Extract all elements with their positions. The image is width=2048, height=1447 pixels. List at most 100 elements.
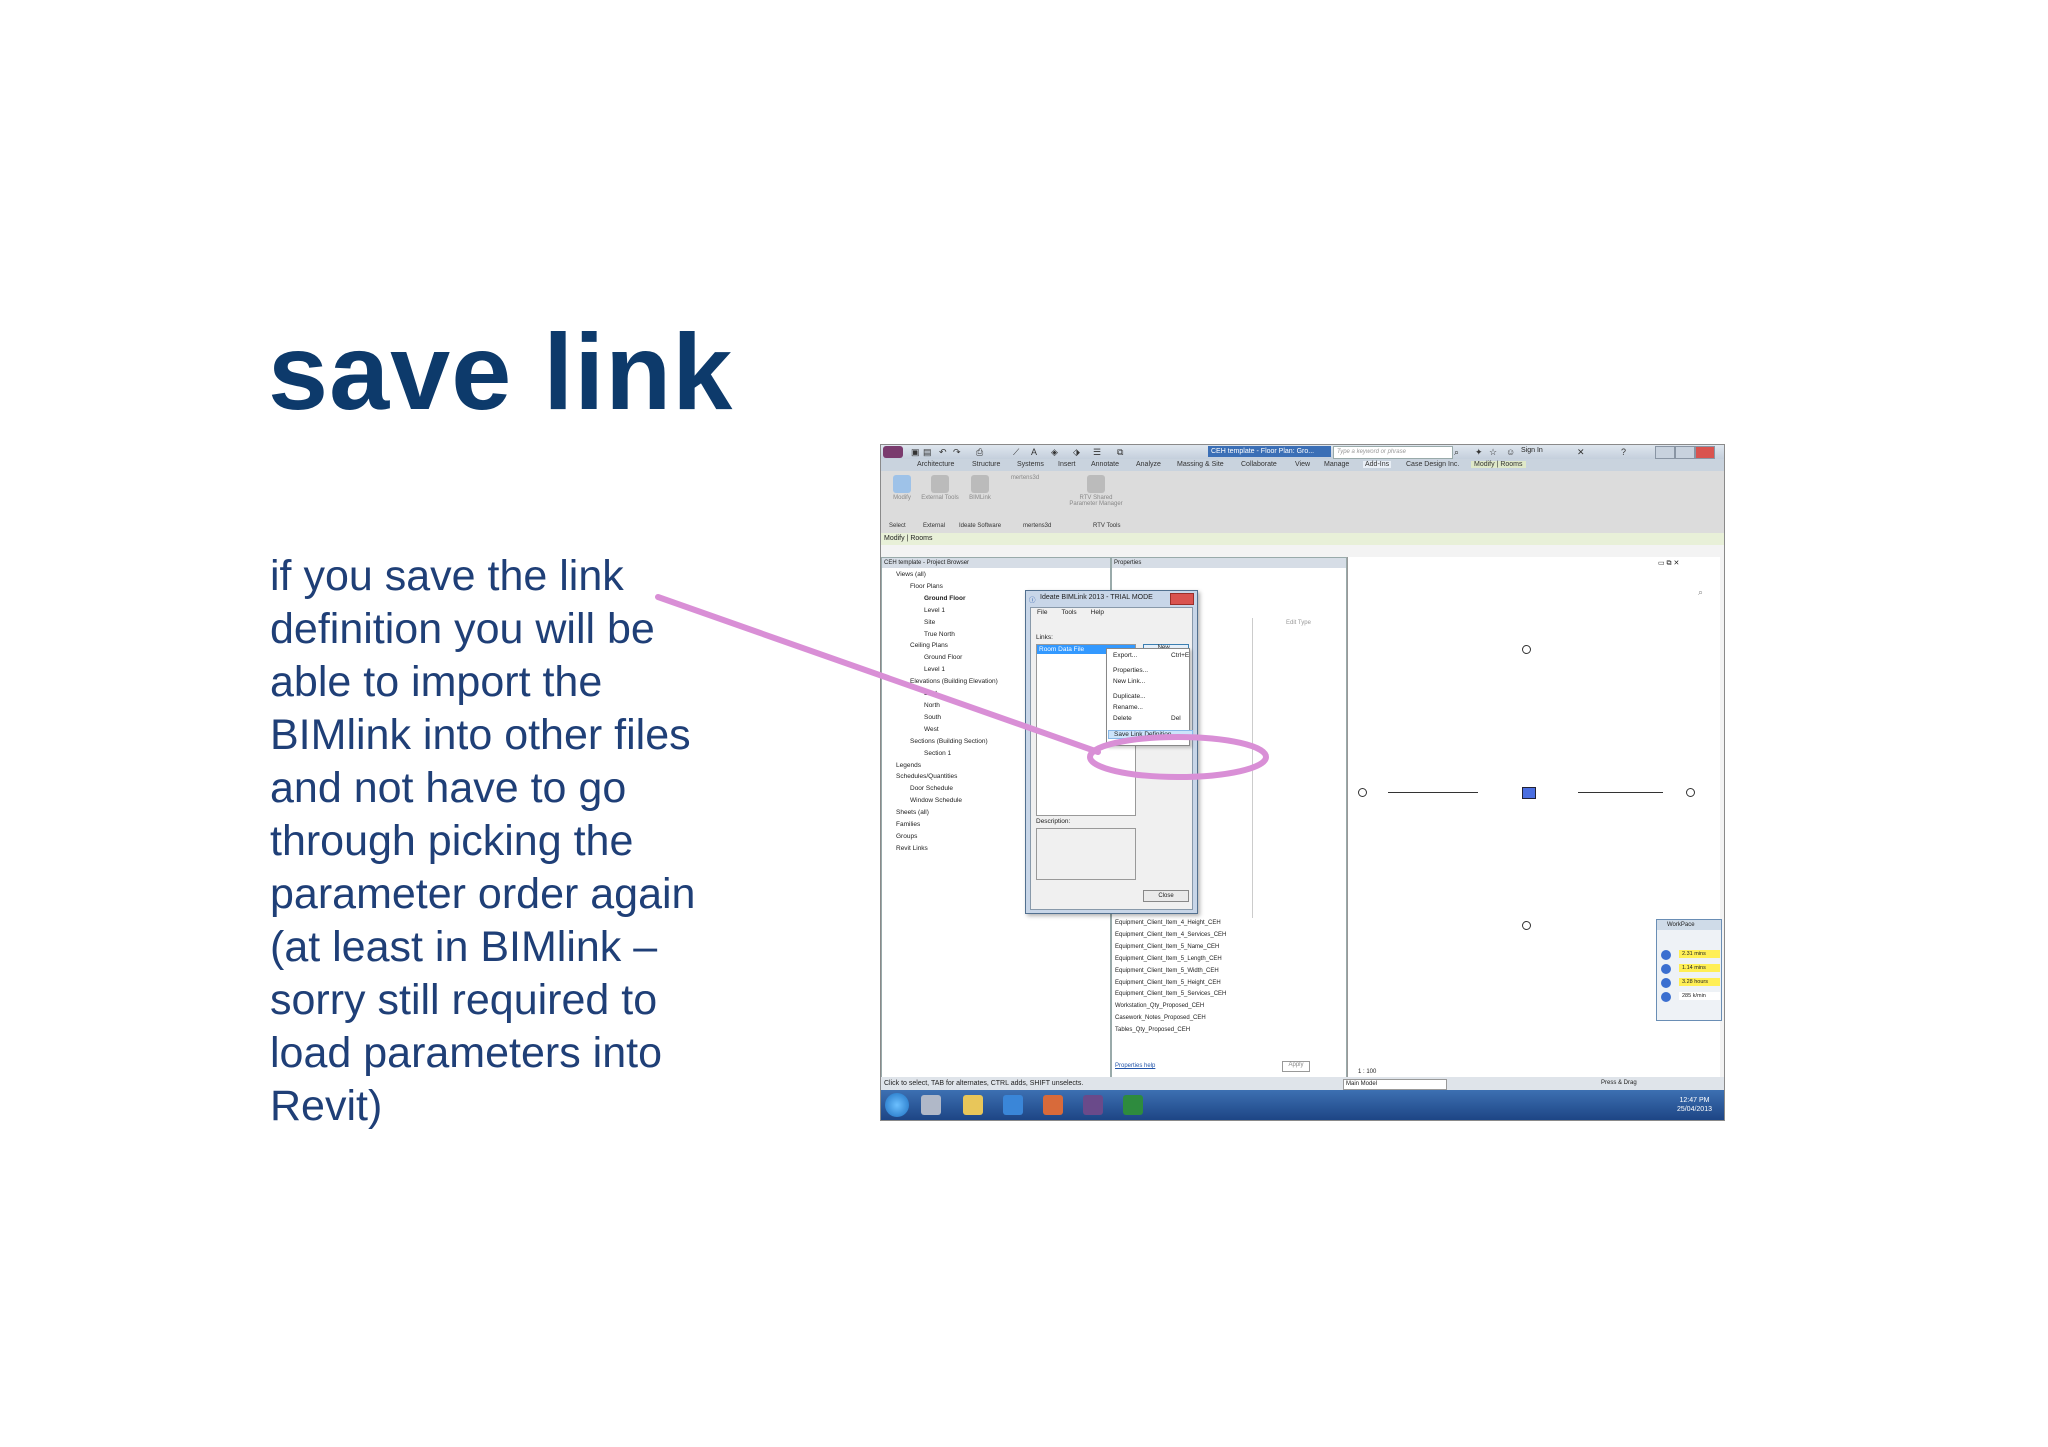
redo-icon[interactable]: ↷ [953, 447, 961, 458]
workpace-timer-icon [1661, 950, 1671, 960]
section-icon[interactable]: ⬗ [1073, 447, 1080, 458]
bimlink-button[interactable]: BIMLink [961, 475, 999, 513]
apply-button[interactable]: Apply [1282, 1061, 1310, 1072]
view-scale[interactable]: 1 : 100 [1358, 1069, 1376, 1075]
browser-icon[interactable] [1003, 1095, 1023, 1115]
print-icon[interactable]: ⎙ [976, 447, 983, 458]
body-line: Revit) [270, 1082, 383, 1130]
search-input[interactable]: Type a keyword or phrase [1333, 446, 1453, 459]
dialog-close-x-button[interactable] [1170, 593, 1194, 605]
external-tools-button[interactable]: External Tools [921, 475, 959, 513]
save-icon[interactable]: ▤ [923, 447, 932, 458]
description-field[interactable] [1036, 828, 1136, 880]
tab-add-ins[interactable]: Add-Ins [1363, 461, 1392, 468]
property-row[interactable]: Equipment_Client_Item_5_Services_CEH [1115, 989, 1226, 1001]
tab-manage[interactable]: Manage [1324, 461, 1349, 468]
wall-line-right[interactable] [1578, 792, 1663, 793]
menu-item-delete[interactable]: Delete Del [1113, 715, 1181, 722]
elevation-marker-west[interactable] [1358, 788, 1367, 797]
menu-item-save-link-definition[interactable]: Save Link Definition... [1108, 730, 1193, 739]
app-icon[interactable] [921, 1095, 941, 1115]
revit-icon[interactable] [1083, 1095, 1103, 1115]
property-row[interactable]: Workstation_Qty_Proposed_CEH [1115, 1001, 1226, 1013]
property-row[interactable]: Equipment_Client_Item_4_Height_CEH [1115, 918, 1226, 930]
property-row[interactable]: Casework_Notes_Proposed_CEH [1115, 1013, 1226, 1025]
clock-date: 25/04/2013 [1676, 1106, 1712, 1113]
excel-icon[interactable] [1123, 1095, 1143, 1115]
tab-modify-rooms[interactable]: Modify | Rooms [1471, 461, 1526, 468]
switch-windows-icon[interactable]: ⧉ [1117, 447, 1123, 458]
model-selector[interactable]: Main Model [1343, 1079, 1447, 1090]
tab-view[interactable]: View [1295, 461, 1310, 468]
property-row[interactable]: Equipment_Client_Item_5_Height_CEH [1115, 978, 1226, 990]
status-hint: Click to select, TAB for alternates, CTR… [884, 1080, 1084, 1087]
title-bar: ▣ ▤ ↶ ↷ ⎙ ⟋ A ◈ ⬗ ☰ ⧉ CEH template - Flo… [881, 445, 1724, 459]
property-row[interactable]: Equipment_Client_Item_4_Services_CEH [1115, 930, 1226, 942]
properties-grid [1252, 618, 1293, 918]
press-drag-toggle[interactable]: Press & Drag [1601, 1077, 1637, 1090]
tab-collaborate[interactable]: Collaborate [1241, 461, 1277, 468]
property-row[interactable]: Tables_Qty_Proposed_CEH [1115, 1025, 1226, 1037]
favorites-icon[interactable]: ☆ [1489, 447, 1497, 458]
room-tag[interactable] [1522, 787, 1536, 799]
subscription-icon[interactable]: ✦ [1475, 447, 1483, 458]
elevation-marker-north[interactable] [1522, 645, 1531, 654]
tab-annotate[interactable]: Annotate [1091, 461, 1119, 468]
tab-case-design[interactable]: Case Design Inc. [1406, 461, 1459, 468]
zoom-icon[interactable]: ⌕ [1698, 587, 1703, 598]
property-row[interactable]: Equipment_Client_Item_5_Name_CEH [1115, 942, 1226, 954]
user-icon[interactable]: ☺ [1506, 447, 1515, 457]
property-row[interactable]: Equipment_Client_Item_5_Width_CEH [1115, 966, 1226, 978]
undo-icon[interactable]: ↶ [939, 447, 947, 458]
sign-in-link[interactable]: Sign In [1521, 447, 1543, 454]
properties-help-link[interactable]: Properties help [1115, 1063, 1155, 1069]
menu-item-duplicate[interactable]: Duplicate... [1113, 693, 1146, 700]
thin-lines-icon[interactable]: ☰ [1093, 447, 1101, 458]
mertens3d-button[interactable]: mertens3d [1006, 475, 1044, 513]
view-controls[interactable]: ▭ ⧉ ✕ [1658, 559, 1679, 568]
tab-insert[interactable]: Insert [1058, 461, 1076, 468]
property-row[interactable]: Equipment_Client_Item_5_Length_CEH [1115, 954, 1226, 966]
menu-tools[interactable]: Tools [1061, 609, 1076, 616]
modify-button[interactable]: Modify [883, 475, 921, 513]
measure-icon[interactable]: ⟋ [1013, 447, 1019, 458]
menu-item-new-link[interactable]: New Link... [1113, 678, 1145, 685]
rtv-parameter-manager-button[interactable]: RTV Shared Parameter Manager [1066, 475, 1126, 513]
menu-item-rename[interactable]: Rename... [1113, 704, 1143, 711]
tab-analyze[interactable]: Analyze [1136, 461, 1161, 468]
exchange-icon[interactable]: ✕ [1577, 447, 1585, 458]
elevation-marker-south[interactable] [1522, 921, 1531, 930]
workpace-clock-icon [1661, 978, 1671, 988]
system-clock[interactable]: 12:47 PM 25/04/2013 [1677, 1096, 1712, 1114]
application-menu-button[interactable] [883, 446, 903, 458]
tab-massing-site[interactable]: Massing & Site [1177, 461, 1224, 468]
text-icon[interactable]: A [1031, 447, 1037, 457]
menu-item-export[interactable]: Export... Ctrl+E [1113, 652, 1189, 659]
maximize-button[interactable] [1675, 446, 1695, 459]
help-icon[interactable]: ? [1621, 447, 1626, 457]
tab-systems[interactable]: Systems [1017, 461, 1044, 468]
window-close-button[interactable] [1695, 446, 1715, 459]
binoculars-icon[interactable]: ⌕ [1454, 447, 1459, 458]
wall-line-left[interactable] [1388, 792, 1478, 793]
menu-help[interactable]: Help [1091, 609, 1104, 616]
open-icon[interactable]: ▣ [911, 447, 920, 458]
tab-structure[interactable]: Structure [972, 461, 1000, 468]
drawing-view[interactable]: ▭ ⧉ ✕ ⌕ WorkPace 2.31 mins 1.14 mins 3.2… [1347, 557, 1722, 1091]
menu-item-properties[interactable]: Properties... [1113, 667, 1148, 674]
elevation-marker-east[interactable] [1686, 788, 1695, 797]
menu-item-label: Rename... [1113, 704, 1143, 711]
minimize-button[interactable] [1655, 446, 1675, 459]
slide-body: if you save the link definition you will… [270, 550, 740, 1133]
close-button[interactable]: Close [1143, 890, 1189, 902]
tree-item[interactable]: Views (all) [882, 569, 1110, 581]
explorer-icon[interactable] [963, 1095, 983, 1115]
start-button[interactable] [885, 1093, 909, 1117]
workpace-speed-icon [1661, 992, 1671, 1002]
body-line: able to import the [270, 658, 603, 706]
3d-view-icon[interactable]: ◈ [1051, 447, 1058, 458]
body-line: sorry still required to [270, 976, 658, 1024]
menu-file[interactable]: File [1037, 609, 1047, 616]
tab-architecture[interactable]: Architecture [917, 461, 954, 468]
powerpoint-icon[interactable] [1043, 1095, 1063, 1115]
